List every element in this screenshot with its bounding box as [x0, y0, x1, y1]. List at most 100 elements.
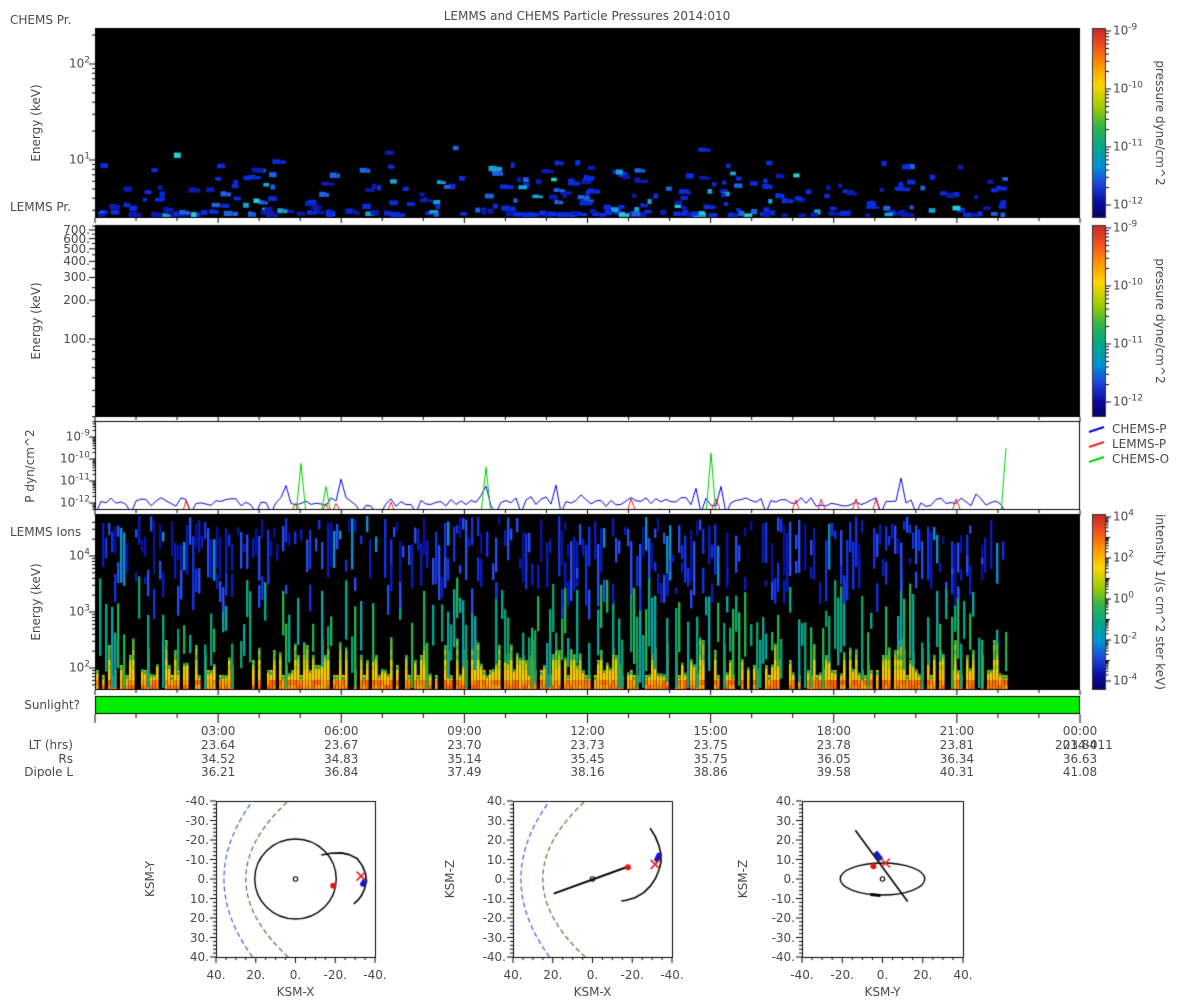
orbit-ytick: -40. [185, 794, 209, 808]
orbit-ylabel: KSM-Z [736, 859, 750, 899]
eph-value: 35.75 [693, 752, 728, 766]
orbit-ytick: 10. [189, 891, 209, 906]
figure: LEMMS and CHEMS Particle Pressures 2014:… [0, 0, 1200, 1000]
orbit-ytick: 40. [775, 794, 795, 808]
orbit-ytick: 0. [494, 872, 506, 886]
orbit-xtick: -40. [363, 968, 387, 982]
orbit-ylabel: KSM-Y [143, 860, 157, 898]
ytick-lemms-ions: 103 [68, 603, 90, 619]
orbit-ytick: -40. [482, 950, 506, 964]
eph-value: 23.84 [1062, 738, 1098, 752]
orbit-ytick: -30. [482, 930, 506, 945]
cbtick-intensity: 102 [1113, 549, 1135, 565]
eph-value: 23.78 [816, 738, 851, 752]
orbit-ytick: 30. [775, 813, 795, 828]
ylabel-pdyn: P dyn/cm^2 [23, 429, 37, 503]
orbit-xtick: -20. [620, 968, 644, 982]
orbit-xtick: 20. [246, 968, 266, 982]
orbit-ytick: -20. [185, 833, 209, 847]
eph-value: 23.73 [570, 738, 605, 752]
eph-value: 35.14 [447, 752, 482, 766]
eph-value: 23.81 [939, 738, 975, 752]
orbit-ytick: -20. [482, 911, 506, 925]
eph-value: 38.86 [693, 765, 728, 779]
cbtick-pressure-2: 10-12 [1113, 393, 1143, 409]
ytick-chems-pr: 102 [68, 55, 90, 71]
orbit-ytick: -40. [771, 950, 795, 964]
time-tick-label: 06:00 [323, 724, 359, 738]
time-tick-label: 03:00 [200, 724, 236, 738]
orbit-ytick: -30. [771, 930, 795, 945]
ylabel-energy: Energy (keV) [29, 563, 43, 641]
orbit-xlabel: KSM-X [573, 985, 612, 999]
panel-label-chems-pr: CHEMS Pr. [10, 13, 72, 27]
orbit-xlabel: KSM-Y [864, 985, 901, 999]
ytick-lemms-pr: 200. [63, 293, 90, 307]
orbit-ytick: 40. [486, 794, 506, 808]
legend-item-label: LEMMS-P [1112, 437, 1167, 451]
eph-value: 23.64 [200, 738, 236, 752]
eph-value: 38.16 [570, 765, 605, 779]
time-tick-label: 15:00 [693, 724, 728, 738]
cbtick-pressure-2: 10-11 [1113, 335, 1143, 351]
orbit-ytick: -10. [482, 891, 506, 906]
cblabel-pressure: pressure dyne/cm^2 [1153, 60, 1167, 186]
ytick-chems-pr: 101 [68, 151, 90, 167]
legend-item-label: CHEMS-P [1112, 422, 1167, 436]
orbit-xtick: 40. [206, 968, 226, 982]
eph-value: 35.45 [570, 752, 605, 766]
ylabel-energy: Energy (keV) [29, 84, 43, 162]
orbit-xtick: -40. [660, 968, 684, 982]
orbit-ytick: -10. [771, 891, 795, 906]
ytick-lemms-pr: 400. [63, 254, 90, 268]
time-tick-label: 18:00 [816, 724, 852, 738]
orbit-xtick: 0. [586, 968, 599, 982]
orbit-ytick: 30. [189, 930, 209, 945]
legend-item-label: CHEMS-O [1112, 452, 1170, 466]
orbit-xtick: -20. [323, 968, 347, 982]
orbit-xtick: 0. [289, 968, 302, 982]
orbit-xtick: 40. [953, 968, 973, 982]
plots-canvas [0, 0, 1200, 1000]
cbtick-pressure-1: 10-10 [1113, 80, 1143, 96]
ytick-pdyn: 10-12 [60, 494, 90, 510]
orbit-ytick: 20. [189, 911, 209, 925]
eph-value: 36.84 [324, 765, 359, 779]
orbit-xtick: 20. [543, 968, 563, 982]
eph-value: 36.05 [816, 752, 851, 766]
orbit-ytick: 10. [486, 852, 506, 867]
eph-value: 36.63 [1062, 752, 1098, 766]
cbtick-intensity: 10-4 [1113, 672, 1138, 688]
eph-row-label: LT (hrs) [28, 738, 73, 752]
orbit-ytick: 10. [775, 852, 795, 867]
cbtick-pressure-1: 10-11 [1113, 138, 1143, 154]
eph-value: 41.08 [1062, 765, 1098, 779]
ytick-pdyn: 10-11 [60, 472, 90, 488]
orbit-xtick: 20. [913, 968, 933, 982]
cbtick-pressure-1: 10-9 [1113, 22, 1138, 38]
orbit-xtick: -40. [790, 968, 814, 982]
time-tick-label: 00:00 [1062, 724, 1098, 738]
eph-row-label: Dipole L [24, 765, 73, 779]
ytick-lemms-ions: 104 [68, 547, 90, 563]
ytick-pdyn: 10-9 [65, 428, 90, 444]
orbit-ytick: 0. [783, 872, 795, 886]
eph-value: 36.34 [939, 752, 975, 766]
time-tick-label: 21:00 [939, 724, 975, 738]
orbit-ytick: 40. [189, 950, 209, 964]
orbit-ytick: 30. [486, 813, 506, 828]
ylabel-energy: Energy (keV) [29, 282, 43, 360]
eph-value: 34.83 [324, 752, 359, 766]
cblabel-intensity: intensity 1/(s cm^2 ster keV) [1153, 514, 1167, 690]
orbit-ylabel: KSM-Z [443, 859, 457, 899]
cbtick-pressure-2: 10-10 [1113, 277, 1143, 293]
orbit-ytick: 0. [197, 872, 209, 886]
cbtick-pressure-1: 10-12 [1113, 196, 1143, 212]
eph-value: 37.49 [447, 765, 482, 779]
eph-value: 34.52 [200, 752, 236, 766]
eph-value: 36.21 [200, 765, 236, 779]
orbit-ytick: -10. [185, 852, 209, 867]
orbit-ytick: -20. [771, 911, 795, 925]
eph-value: 23.70 [447, 738, 482, 752]
panel-label-lemms-ions: LEMMS Ions [10, 525, 82, 539]
